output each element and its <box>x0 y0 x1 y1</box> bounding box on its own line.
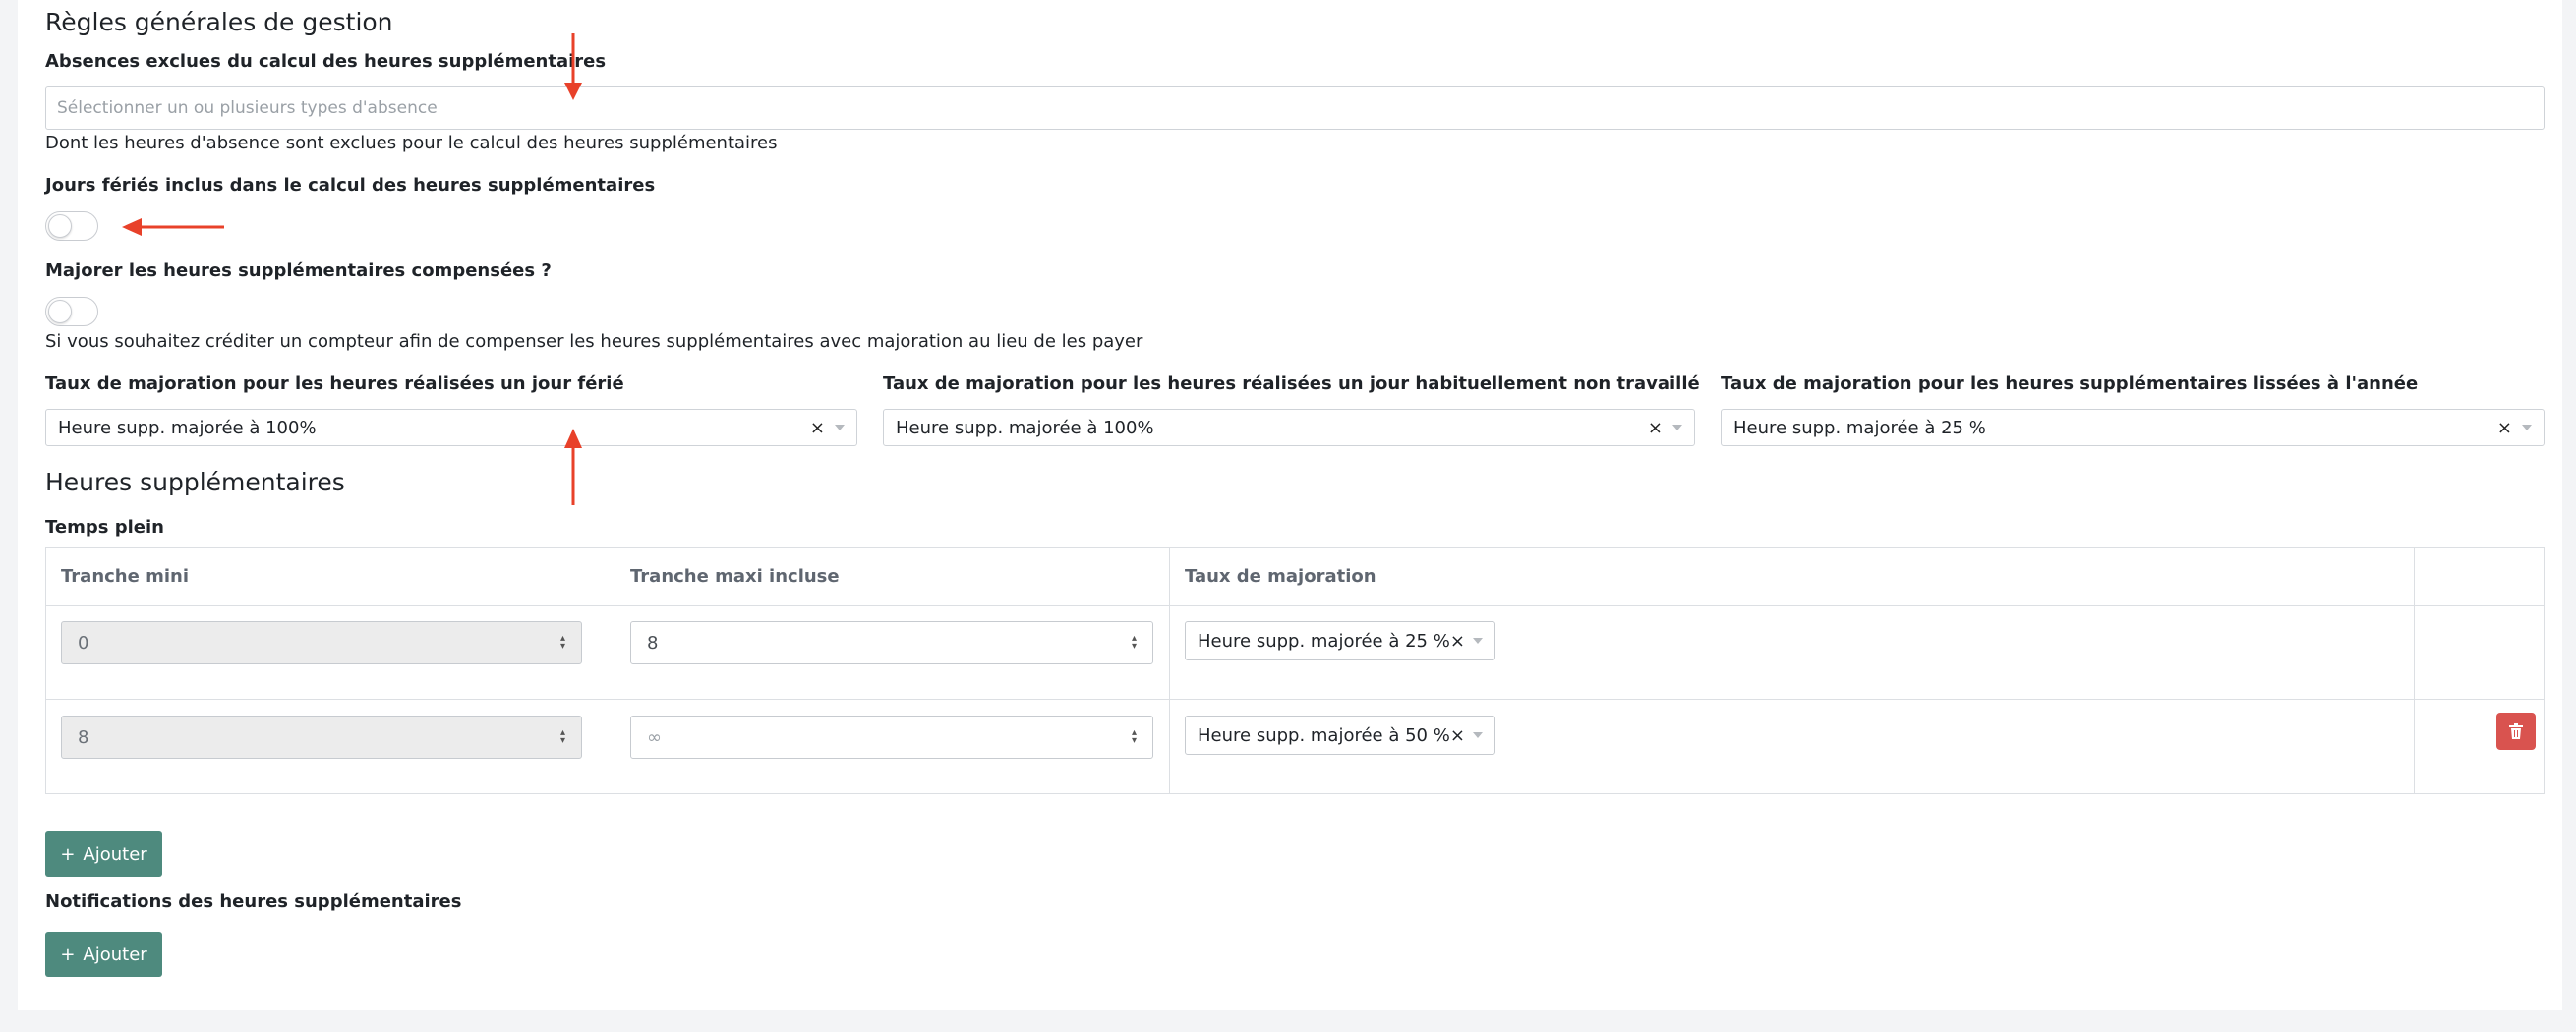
rate-select-value: Heure supp. majorée à 100% <box>896 417 1154 438</box>
trash-icon <box>2509 723 2523 739</box>
rate-select-non-working-day[interactable]: Heure supp. majorée à 100% × <box>883 409 1695 446</box>
column-header-min: Tranche mini <box>61 566 190 587</box>
spinner-icon[interactable]: ▴ ▾ <box>1132 634 1137 652</box>
rate-label-holiday: Taux de majoration pour les heures réali… <box>45 373 624 394</box>
rate-select-annualized[interactable]: Heure supp. majorée à 25 % × <box>1721 409 2545 446</box>
delete-row-button[interactable] <box>2496 713 2536 750</box>
compensated-help-text: Si vous souhaitez créditer un compteur a… <box>45 331 1143 352</box>
caret-down-icon <box>835 425 845 430</box>
rate-label-non-working-day: Taux de majoration pour les heures réali… <box>883 373 1700 394</box>
caret-down-icon <box>2522 425 2532 430</box>
toggle-knob <box>48 300 72 323</box>
spinner-icon: ▴ ▾ <box>559 727 565 746</box>
rate-select[interactable]: Heure supp. majorée à 25 % × <box>1185 621 1495 660</box>
overtime-table: Tranche mini Tranche maxi incluse Taux d… <box>45 547 2545 794</box>
table-row: 0 ▴ ▾ 8 ▴ ▾ Heure supp. majorée à 25 % × <box>46 606 2544 699</box>
absences-help-text: Dont les heures d'absence sont exclues p… <box>45 133 778 153</box>
add-button-label: Ajouter <box>83 944 147 965</box>
clear-icon[interactable]: × <box>1450 725 1465 746</box>
add-overtime-tier-button[interactable]: + Ajouter <box>45 831 162 877</box>
compensated-toggle[interactable] <box>45 297 98 326</box>
min-input: 8 ▴ ▾ <box>61 716 582 759</box>
rate-label-annualized: Taux de majoration pour les heures suppl… <box>1721 373 2419 394</box>
min-input: 0 ▴ ▾ <box>61 621 582 664</box>
absences-placeholder: Sélectionner un ou plusieurs types d'abs… <box>57 98 438 118</box>
settings-card: Règles générales de gestion Absences exc… <box>18 0 2562 1010</box>
notifications-title: Notifications des heures supplémentaires <box>45 891 462 912</box>
annotation-arrow-left <box>122 218 224 236</box>
rate-select-holiday[interactable]: Heure supp. majorée à 100% × <box>45 409 857 446</box>
annotation-arrow-down <box>564 33 582 100</box>
max-input[interactable]: ∞ ▴ ▾ <box>630 716 1153 759</box>
table-row: 8 ▴ ▾ ∞ ▴ ▾ Heure supp. majorée à 50 % × <box>46 700 2544 793</box>
spinner-icon: ▴ ▾ <box>559 633 565 652</box>
holidays-label: Jours fériés inclus dans le calcul des h… <box>45 175 656 196</box>
rate-value: Heure supp. majorée à 25 % <box>1198 630 1450 652</box>
clear-icon[interactable]: × <box>2497 418 2512 438</box>
caret-down-icon <box>1472 638 1483 644</box>
add-notification-button[interactable]: + Ajouter <box>45 932 162 977</box>
min-value: 0 <box>78 632 89 654</box>
rate-value: Heure supp. majorée à 50 % <box>1198 724 1450 746</box>
section-title-general: Règles générales de gestion <box>45 8 393 36</box>
column-header-rate: Taux de majoration <box>1185 566 1376 587</box>
spinner-icon[interactable]: ▴ ▾ <box>1132 728 1137 746</box>
rate-select[interactable]: Heure supp. majorée à 50 % × <box>1185 716 1495 755</box>
clear-icon[interactable]: × <box>810 418 825 438</box>
rate-select-value: Heure supp. majorée à 100% <box>58 417 317 438</box>
rate-select-value: Heure supp. majorée à 25 % <box>1733 417 1986 438</box>
plus-icon: + <box>60 944 76 965</box>
holidays-toggle[interactable] <box>45 211 98 241</box>
compensated-label: Majorer les heures supplémentaires compe… <box>45 260 552 281</box>
clear-icon[interactable]: × <box>1648 418 1663 438</box>
min-value: 8 <box>78 726 89 748</box>
annotation-arrow-up <box>564 429 582 505</box>
absences-multiselect[interactable]: Sélectionner un ou plusieurs types d'abs… <box>45 86 2545 130</box>
max-input[interactable]: 8 ▴ ▾ <box>630 621 1153 664</box>
max-value: 8 <box>647 632 659 654</box>
caret-down-icon <box>1672 425 1682 430</box>
add-button-label: Ajouter <box>83 843 147 865</box>
max-value: ∞ <box>647 726 662 748</box>
section-title-overtime: Heures supplémentaires <box>45 468 345 496</box>
clear-icon[interactable]: × <box>1450 631 1465 652</box>
overtime-subtitle: Temps plein <box>45 517 164 538</box>
plus-icon: + <box>60 843 76 865</box>
absences-label: Absences exclues du calcul des heures su… <box>45 51 607 72</box>
column-header-max: Tranche maxi incluse <box>630 566 840 587</box>
toggle-knob <box>48 214 72 238</box>
caret-down-icon <box>1472 732 1483 738</box>
